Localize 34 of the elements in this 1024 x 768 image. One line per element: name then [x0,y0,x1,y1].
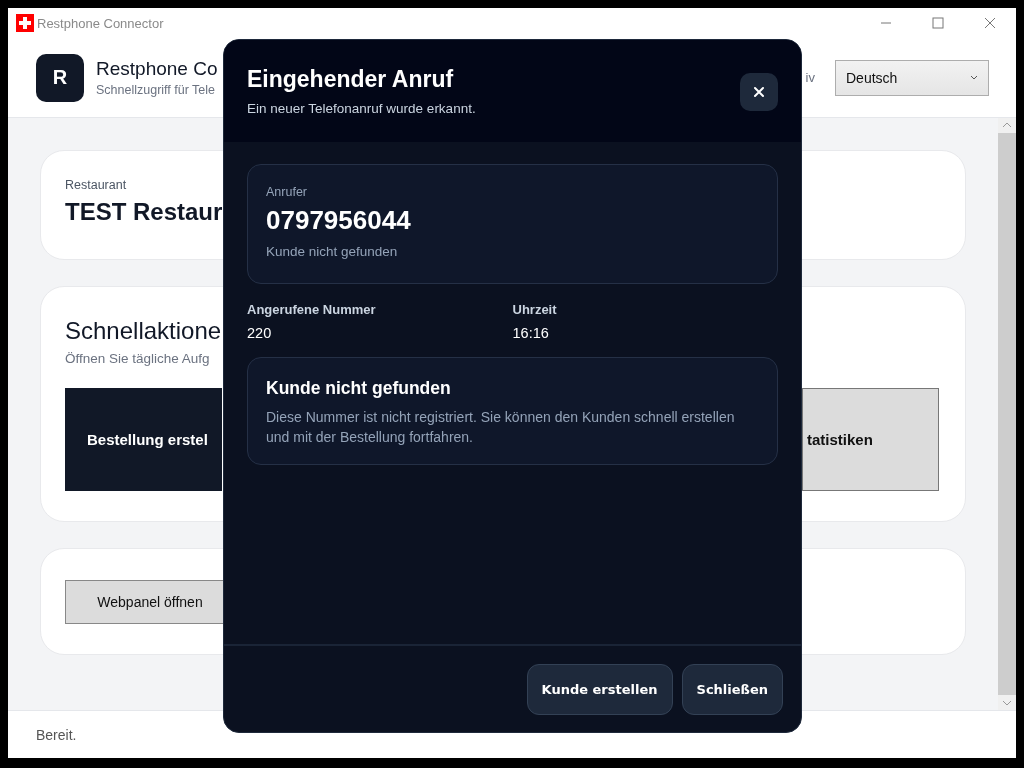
notice-text: Diese Nummer ist nicht registriert. Sie können den Kunden schnell erstellen und mit der Bestellung fortfahren. [266,408,736,448]
close-icon[interactable] [984,17,996,29]
action-button[interactable]: Bestellung erstel [65,388,222,491]
quick-actions-title: Schnellaktione [65,317,222,345]
detail-value: 220 [247,325,273,341]
scroll-up-icon[interactable] [1002,122,1012,128]
scroll-down-icon[interactable] [1002,700,1012,706]
dialog-title: Eingehender Anruf [247,66,455,93]
dialog-button[interactable]: Kunde erstellen [526,663,673,715]
detail-label: Uhrzeit [512,302,558,317]
detail-value: 16:16 [512,325,550,341]
notice-title: Kunde nicht gefunden [266,378,452,399]
caller-status: Kunde nicht gefunden [266,244,399,259]
app-title: Restphone Co [96,58,218,80]
close-button[interactable] [740,73,778,111]
dialog-button[interactable]: Schließen [681,663,783,715]
swiss-flag-icon [16,14,34,32]
app-logo: R [36,53,84,102]
app-subtitle: Schnellzugriff für Tele [96,83,217,97]
restaurant-name: TEST Restaur [65,198,223,226]
caller-number: 0797956044 [266,205,412,236]
chevron-down-icon [970,75,978,80]
scrollbar[interactable] [998,118,1016,710]
maximize-icon[interactable] [932,17,944,29]
caller-label: Anrufer [266,185,308,199]
quick-actions-subtitle: Öffnen Sie tägliche Aufg [65,351,210,366]
restaurant-label: Restaurant [65,178,127,192]
dialog-subtitle: Ein neuer Telefonanruf wurde erkannt. [247,101,476,116]
detail-label: Angerufene Nummer [247,302,377,317]
action-button[interactable]: tatistiken [802,388,939,491]
close-icon [753,86,765,98]
language-select[interactable]: Deutsch [835,59,989,96]
window-title: Restphone Connector [37,15,164,31]
header-text: iv [805,70,815,85]
